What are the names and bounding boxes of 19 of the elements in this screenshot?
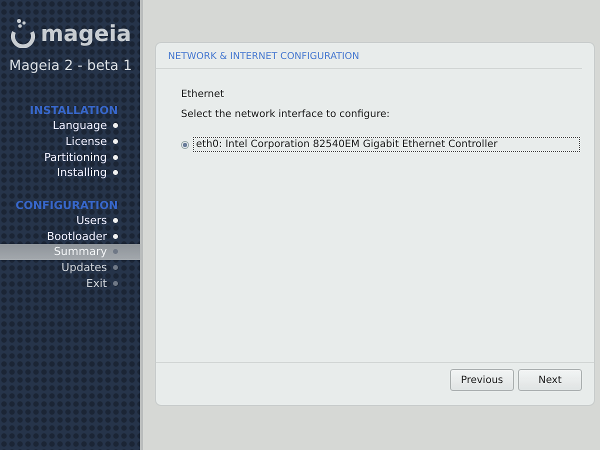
step-item: Bootloader [0,228,140,244]
previous-button[interactable]: Previous [450,369,514,391]
step-item: Users [0,212,140,228]
step-item: Language [0,118,140,134]
version-text: Mageia 2 - beta 1 [9,58,132,74]
prompt-text: Select the network interface to configure: [181,109,391,120]
panel-title: NETWORK & INTERNET CONFIGURATION [156,43,582,69]
section-title: INSTALLATION [28,104,119,117]
next-button[interactable]: Next [518,369,582,391]
section-title: CONFIGURATION [14,198,119,212]
heading-text: Ethernet [181,89,226,100]
logo-text: mageia [40,22,132,48]
step-item: Exit [0,276,140,292]
step-item: Partitioning [0,149,140,166]
option-label[interactable]: eth0: Intel Corporation 82540EM Gigabit Ethernet Controller [193,137,580,152]
step-item: Summary [0,244,140,260]
step-item: Updates [0,260,140,276]
step-item: Installing [0,165,140,181]
step-item: License [0,134,140,150]
